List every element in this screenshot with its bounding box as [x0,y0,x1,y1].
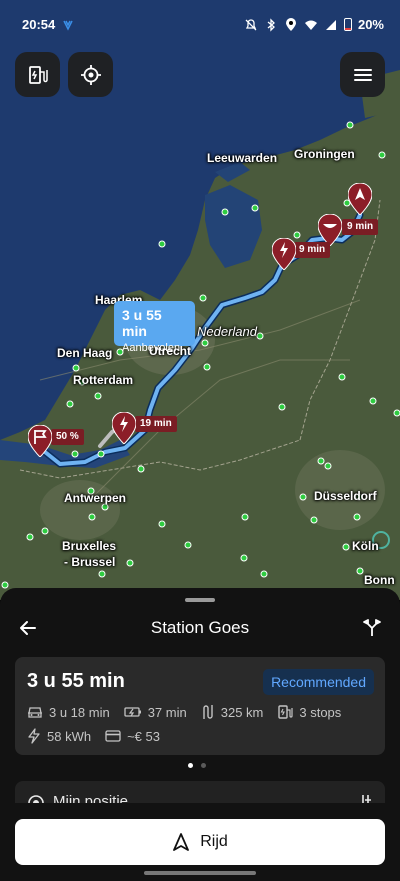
flag-icon [27,424,53,458]
drive-time-value: 3 u 18 min [49,704,110,720]
charging-filter-button[interactable] [15,52,60,97]
region-label: Nederland [197,324,257,339]
city-label: Düsseldorf [314,489,377,503]
status-time: 20:54 [22,17,56,32]
menu-button[interactable] [340,52,385,97]
battery-charging-icon [124,707,141,717]
drag-handle[interactable] [185,598,215,602]
drive-button[interactable]: Rijd [15,819,385,865]
stops-stat: 3 stops [277,704,341,720]
charging-stop-pin[interactable] [111,411,137,445]
lightning-icon [271,237,297,271]
charging-stop-pin[interactable] [271,237,297,271]
pin-label: 9 min [342,219,379,235]
route-bubble-time: 3 u 55 min [122,307,162,339]
route-split-icon [363,619,381,636]
route-bubble[interactable]: 3 u 55 min Aanbevolen [114,301,195,354]
recommended-badge: Recommended [263,669,374,695]
app-notification-icon [63,20,73,31]
route-distance-icon [203,705,213,719]
drive-button-label: Rijd [200,833,228,850]
cost-value: ~€ 53 [127,728,160,744]
city-label: Bruxelles [62,539,117,553]
start-pin[interactable] [27,424,53,458]
wifi-icon [304,20,317,30]
energy-value: 58 kWh [47,728,92,744]
alternative-routes-button[interactable] [358,614,386,642]
page-indicator [188,763,206,768]
route-energy-row: 58 kWh ~€ 53 [27,728,174,744]
energy-stat: 58 kWh [27,728,91,744]
pin-label: 19 min [135,416,177,432]
charge-time-stat: 37 min [124,705,187,720]
credit-card-icon [105,730,121,742]
page-dot[interactable] [201,763,206,768]
distance-value: 325 km [220,704,264,720]
sheet-header: Station Goes [0,610,400,646]
destination-pin[interactable] [347,182,373,216]
battery-icon [343,18,352,31]
location-icon [285,17,296,31]
distance-stat: 325 km [201,704,264,720]
charge-time-value: 37 min [147,704,187,720]
city-label: Leeuwarden [207,151,278,165]
hamburger-menu-icon [353,68,372,81]
navigation-arrow-icon [173,833,190,851]
navigation-pin-icon [347,182,373,216]
my-location-button[interactable] [68,52,113,97]
route-total-time: 3 u 55 min [27,670,125,692]
city-label: Den Haag [57,346,113,360]
charging-station-icon [278,705,293,719]
signal-icon [325,19,336,30]
route-bubble-label: Aanbevolen [122,342,181,354]
map-view[interactable]: Leeuwarden Groningen Haarlem Nederland U… [0,0,400,600]
map-canvas [0,0,400,600]
sheet-title: Station Goes [150,618,250,637]
status-bar: 20:54 20% [0,0,400,52]
city-label: Rotterdam [73,373,134,387]
city-label: Antwerpen [64,491,127,505]
fuel-station-icon [28,65,48,84]
route-stats-row: 3 u 18 min 37 min 325 km 3 stops [27,704,355,720]
crosshair-icon [80,64,101,85]
stops-value: 3 stops [299,704,342,720]
pin-label: 9 min [294,242,331,258]
route-card[interactable]: 3 u 55 min Recommended 3 u 18 min 37 min [15,657,385,755]
battery-level: 20% [357,17,384,32]
cost-stat: ~€ 53 [105,729,160,744]
city-label: - Brussel [64,555,116,569]
city-label: Bonn [364,573,395,587]
lightning-icon [111,411,137,445]
city-label: Köln [352,539,379,553]
home-indicator[interactable] [144,871,256,875]
city-label: Groningen [294,147,355,161]
mute-icon [245,18,257,30]
pin-label: 50 % [51,429,84,445]
bluetooth-icon [267,17,275,32]
drive-time-stat: 3 u 18 min [27,705,110,720]
car-icon [28,707,42,718]
page-dot-active[interactable] [188,763,193,768]
lightning-icon [28,728,40,744]
